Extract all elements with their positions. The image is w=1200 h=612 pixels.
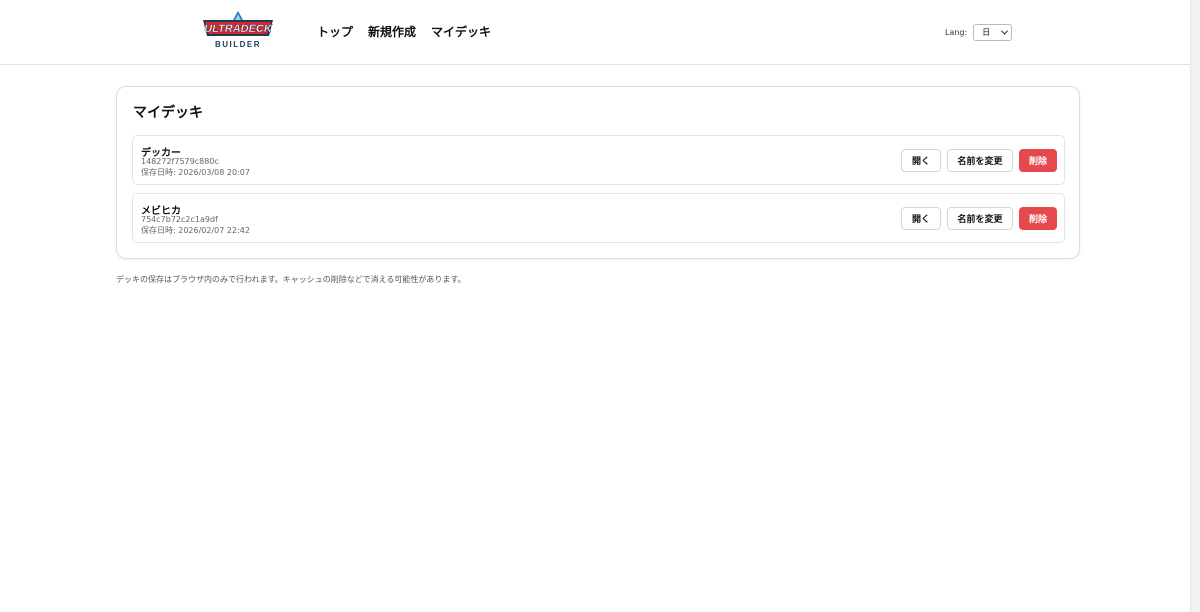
deck-list-item: デッカー 148272f7579c880c 保存日時: 2026/03/08 2… <box>132 135 1065 185</box>
deck-id: 148272f7579c880c <box>141 157 219 166</box>
lang-selected-value: 日 <box>982 28 991 37</box>
deck-id: 754c7b72c2c1a9df <box>141 215 218 224</box>
nav-my-decks[interactable]: マイデッキ <box>431 24 491 40</box>
deck-list-item: メビヒカ 754c7b72c2c1a9df 保存日時: 2026/02/07 2… <box>132 193 1065 243</box>
rename-button[interactable]: 名前を変更 <box>947 149 1013 172</box>
main-nav: トップ 新規作成 マイデッキ <box>317 24 491 40</box>
language-switcher: Lang: 日 <box>945 24 1013 41</box>
ultradeck-logo[interactable]: ULTRADECK BUILDER <box>199 10 277 52</box>
deck-saved-date: 保存日時: 2026/02/07 22:42 <box>141 226 250 235</box>
open-button[interactable]: 開く <box>901 207 941 230</box>
delete-button[interactable]: 削除 <box>1019 207 1057 230</box>
deck-actions: 開く 名前を変更 削除 <box>901 149 1057 172</box>
lang-label: Lang: <box>945 28 968 37</box>
my-decks-panel: マイデッキ デッカー 148272f7579c880c 保存日時: 2026/0… <box>116 86 1080 259</box>
rename-button[interactable]: 名前を変更 <box>947 207 1013 230</box>
deck-actions: 開く 名前を変更 削除 <box>901 207 1057 230</box>
site-header: ULTRADECK BUILDER トップ 新規作成 マイデッキ Lang: 日 <box>0 0 1190 65</box>
nav-top[interactable]: トップ <box>317 24 353 40</box>
chevron-down-icon <box>1001 27 1009 35</box>
logo-text: ULTRADECK <box>204 23 273 35</box>
nav-new[interactable]: 新規作成 <box>368 24 416 40</box>
storage-notice: デッキの保存はブラウザ内のみで行われます。キャッシュの削除などで消える可能性があ… <box>116 275 466 284</box>
logo-subtitle: BUILDER <box>214 40 262 49</box>
delete-button[interactable]: 削除 <box>1019 149 1057 172</box>
page-scrollbar[interactable] <box>1190 0 1200 612</box>
lang-select[interactable]: 日 <box>973 24 1013 41</box>
deck-saved-date: 保存日時: 2026/03/08 20:07 <box>141 168 250 177</box>
page-title: マイデッキ <box>133 105 203 121</box>
logo-mark: ULTRADECK <box>203 11 273 36</box>
open-button[interactable]: 開く <box>901 149 941 172</box>
